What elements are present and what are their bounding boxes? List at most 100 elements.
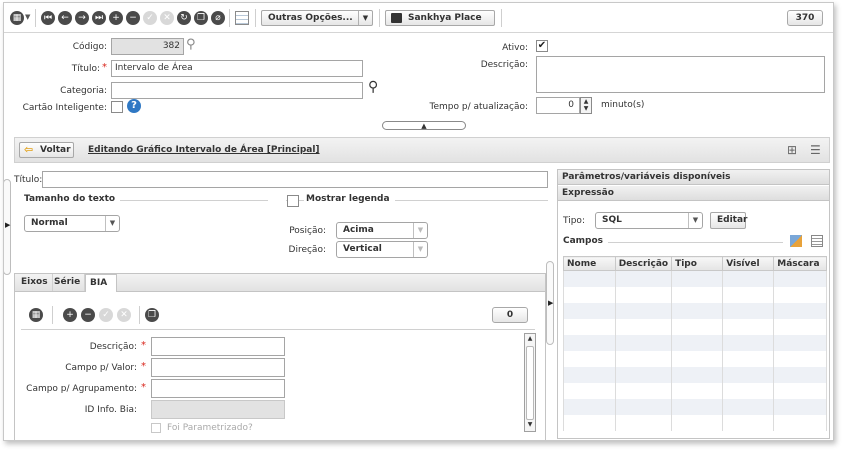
- chevron-down-icon: ▼: [413, 242, 427, 257]
- scroll-down-icon[interactable]: ▼: [525, 420, 535, 430]
- legenda-label: Mostrar legenda: [304, 194, 395, 204]
- ativo-label: Ativo:: [502, 43, 528, 53]
- tab-strip: Eixos Série BIA: [15, 274, 545, 292]
- chart-titulo-label: Título:: [14, 175, 43, 185]
- campos-title: Campos: [563, 236, 609, 246]
- ativo-checkbox[interactable]: ✔: [536, 40, 548, 52]
- tipo-label: Tipo:: [563, 216, 585, 226]
- copy-icon[interactable]: ❐: [194, 11, 208, 25]
- tamanho-select[interactable]: Normal ▼: [24, 215, 120, 232]
- column-mascara[interactable]: Máscara: [773, 256, 827, 271]
- tempo-field[interactable]: 0: [536, 97, 580, 114]
- column-tipo[interactable]: Tipo: [671, 256, 724, 271]
- first-record-icon[interactable]: ⏮: [41, 11, 55, 25]
- params-panel: Parâmetros/variáveis disponíveis Express…: [557, 169, 830, 439]
- direcao-label: Direção:: [288, 245, 326, 255]
- expressao-title: Expressão: [558, 186, 829, 201]
- tabs-container: Eixos Série BIA ▦ + − ✓ ✕ ❐ 0 Descrição:…: [14, 273, 546, 440]
- codigo-field[interactable]: 382: [111, 38, 184, 55]
- sankhya-place-button[interactable]: Sankhya Place: [385, 10, 495, 26]
- back-button[interactable]: ⇦ Voltar: [19, 142, 74, 158]
- grid-menu-icon[interactable]: ▦: [29, 308, 43, 322]
- more-options-button[interactable]: Outras Opções... ▼: [261, 10, 373, 26]
- bia-count-badge: 0: [492, 307, 528, 323]
- add-icon[interactable]: +: [63, 308, 77, 322]
- table-row: [563, 318, 827, 335]
- cancel-icon[interactable]: ✕: [160, 11, 174, 25]
- id-info-label: ID Info. Bia:: [84, 405, 137, 415]
- search-icon[interactable]: ⚲: [368, 79, 378, 95]
- column-nome[interactable]: Nome: [563, 256, 616, 271]
- tamanho-section-title: Tamanho do texto: [24, 194, 121, 204]
- confirm-icon[interactable]: ✓: [99, 308, 113, 322]
- add-icon[interactable]: +: [109, 11, 123, 25]
- list-view-icon[interactable]: ☰: [810, 143, 821, 157]
- tree-view-icon[interactable]: ⊞: [787, 143, 797, 157]
- confirm-icon[interactable]: ✓: [143, 11, 157, 25]
- campo-valor-field[interactable]: [151, 358, 285, 377]
- chevron-down-icon: ▼: [358, 11, 372, 25]
- chevron-down-icon[interactable]: ▼: [25, 13, 30, 21]
- legenda-checkbox[interactable]: [287, 195, 299, 207]
- table-row: [563, 302, 827, 319]
- titulo-field[interactable]: Intervalo de Área: [111, 60, 363, 77]
- record-count-badge: 370: [787, 10, 823, 26]
- field-list-icon[interactable]: [811, 235, 823, 247]
- cartao-checkbox[interactable]: [111, 101, 123, 113]
- remove-icon[interactable]: −: [81, 308, 95, 322]
- tipo-select[interactable]: SQL ▼: [595, 212, 703, 229]
- table-row: [563, 414, 827, 431]
- add-field-icon[interactable]: [790, 235, 802, 247]
- remove-icon[interactable]: −: [126, 11, 140, 25]
- attach-icon[interactable]: ⌀: [211, 11, 225, 25]
- next-record-icon[interactable]: →: [75, 11, 89, 25]
- tab-serie[interactable]: Série: [50, 274, 86, 291]
- tab-bia[interactable]: BIA: [85, 274, 117, 292]
- back-arrow-icon: ⇦: [24, 143, 34, 156]
- previous-record-icon[interactable]: ←: [58, 11, 72, 25]
- table-row: [563, 334, 827, 351]
- edit-bar: ⇦ Voltar Editando Gráfico Intervalo de Á…: [14, 137, 830, 163]
- posicao-select[interactable]: Acima ▼: [336, 222, 428, 239]
- table-row: [563, 270, 827, 287]
- bia-descricao-label: Descrição:: [89, 342, 137, 352]
- bia-descricao-field[interactable]: [151, 337, 285, 356]
- cancel-icon[interactable]: ✕: [117, 308, 131, 322]
- help-icon[interactable]: ?: [127, 99, 141, 113]
- collapse-form-button[interactable]: ▲: [382, 121, 466, 130]
- grid-view-icon[interactable]: [235, 11, 249, 25]
- titulo-label: Título:: [71, 64, 100, 74]
- chevron-down-icon: ▼: [688, 213, 702, 228]
- table-row: [563, 398, 827, 415]
- direcao-select[interactable]: Vertical ▼: [336, 241, 428, 258]
- campo-agrup-field[interactable]: [151, 379, 285, 398]
- chart-titulo-field[interactable]: [42, 171, 548, 188]
- column-visivel[interactable]: Visível: [722, 256, 775, 271]
- parametrizado-label: Foi Parametrizado?: [167, 423, 253, 433]
- edit-heading[interactable]: Editando Gráfico Intervalo de Área [Prin…: [88, 145, 320, 155]
- copy-icon[interactable]: ❐: [145, 308, 159, 322]
- scroll-thumb[interactable]: [526, 346, 534, 420]
- descricao-field[interactable]: [536, 56, 825, 93]
- tab-eixos[interactable]: Eixos: [17, 274, 53, 291]
- parametrizado-checkbox: [151, 423, 161, 433]
- required-marker: *: [102, 62, 107, 73]
- campos-table-body: [563, 270, 827, 431]
- editar-button[interactable]: Editar: [710, 212, 748, 229]
- table-row: [563, 382, 827, 399]
- search-icon[interactable]: ⚲: [186, 37, 196, 52]
- column-descricao[interactable]: Descrição: [614, 256, 673, 271]
- form-scrollbar[interactable]: ▲ ▼: [524, 333, 536, 432]
- categoria-field[interactable]: [111, 82, 363, 99]
- tempo-unit: minuto(s): [601, 100, 645, 110]
- grid-menu-icon[interactable]: ▦: [10, 11, 24, 25]
- refresh-icon[interactable]: ↻: [177, 11, 191, 25]
- scroll-up-icon[interactable]: ▲: [525, 334, 535, 344]
- last-record-icon[interactable]: ⏭: [92, 11, 106, 25]
- expand-arrow-icon[interactable]: ▶: [548, 299, 553, 307]
- id-info-field: [151, 400, 285, 419]
- expand-arrow-icon[interactable]: ▶: [5, 221, 10, 229]
- tempo-stepper[interactable]: ▲ ▼: [580, 97, 592, 114]
- descricao-label: Descrição:: [480, 60, 528, 70]
- required-marker: *: [141, 340, 146, 351]
